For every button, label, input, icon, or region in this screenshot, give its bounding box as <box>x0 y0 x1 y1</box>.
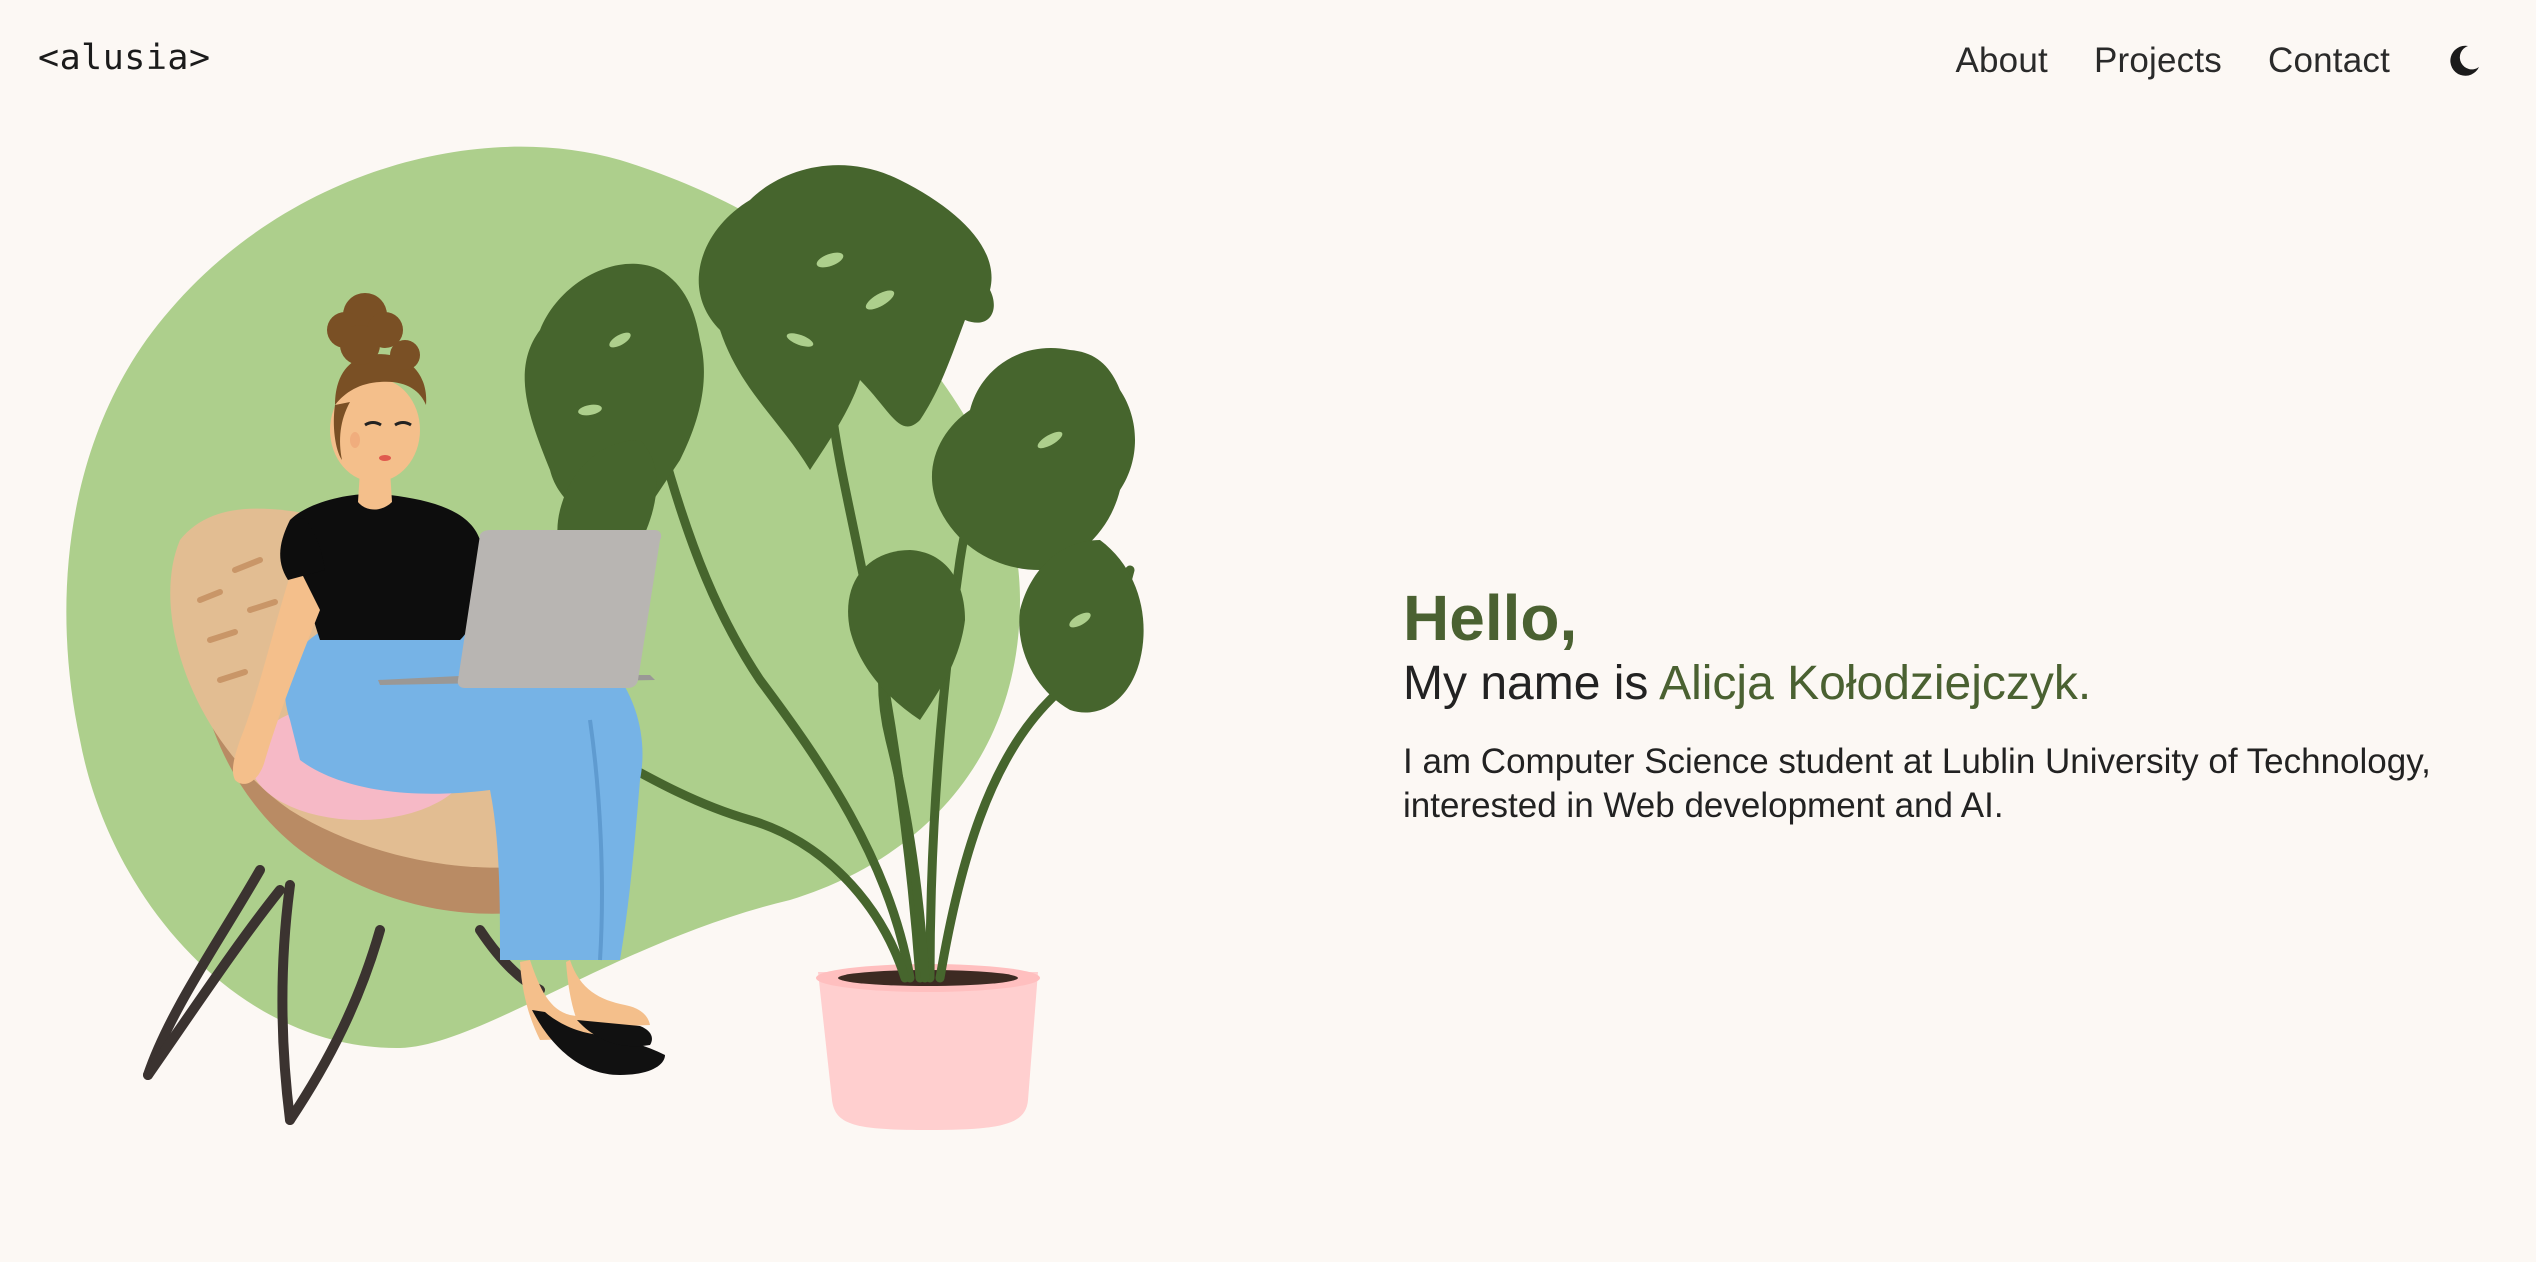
nav-projects[interactable]: Projects <box>2094 41 2222 81</box>
greeting-heading: Hello, <box>1403 582 1578 654</box>
nav-contact[interactable]: Contact <box>2268 41 2390 81</box>
name-line: My name is Alicja Kołodziejczyk. <box>1403 654 2503 714</box>
logo-link[interactable]: <alusia> <box>38 38 211 78</box>
moon-icon <box>2450 45 2479 76</box>
hero-intro: Hello, My name is Alicja Kołodziejczyk. … <box>1403 582 2503 828</box>
full-name: Alicja Kołodziejczyk. <box>1659 657 2092 711</box>
main-nav: About Projects Contact <box>1955 0 2536 122</box>
plant-pot <box>816 964 1040 1130</box>
hero-illustration <box>66 146 1144 1130</box>
name-prefix: My name is <box>1403 657 1660 711</box>
description-line-1: I am Computer Science student at Lublin … <box>1403 742 2431 782</box>
header: <alusia> About Projects Contact <box>0 0 2536 122</box>
nav-about[interactable]: About <box>1955 41 2047 81</box>
theme-toggle-button[interactable] <box>2442 39 2486 83</box>
description-line-2: interested in Web development and AI. <box>1403 785 2004 825</box>
hero-description: I am Computer Science student at Lublin … <box>1403 740 2503 828</box>
